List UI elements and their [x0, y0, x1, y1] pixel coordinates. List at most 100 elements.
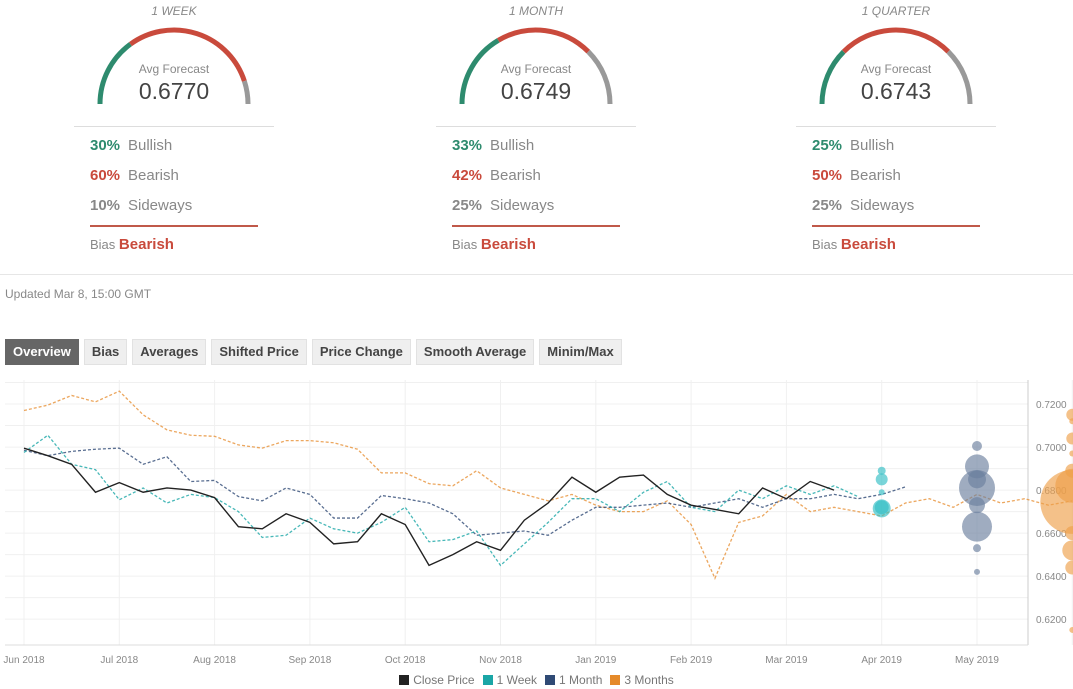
sideways-pct: 25%: [812, 197, 843, 214]
forecast-bubble-1-month: [962, 511, 992, 542]
tab-minim-max[interactable]: Minim/Max: [539, 339, 622, 365]
x-tick-label: Sep 2018: [288, 655, 331, 666]
bearish-stat: 42% Bearish: [452, 167, 541, 184]
x-tick-label: Feb 2019: [670, 655, 713, 666]
bullish-pct: 30%: [90, 137, 121, 154]
forecast-bubble-1-month: [969, 497, 985, 514]
tab-smooth-average[interactable]: Smooth Average: [415, 339, 535, 365]
bias-label: Bias: [452, 237, 478, 252]
y-tick-label: 0.7200: [1036, 400, 1067, 411]
bearish-stat: 50% Bearish: [812, 167, 901, 184]
legend-swatch: [545, 675, 556, 685]
bias-row: Bias Bearish: [812, 236, 896, 253]
legend-item[interactable]: 1 Month: [545, 673, 602, 687]
bullish-label: Bullish: [490, 137, 535, 154]
legend-item[interactable]: 1 Week: [482, 673, 537, 687]
x-tick-label: Oct 2018: [385, 655, 426, 666]
forecast-bubble-1-week: [875, 473, 888, 486]
bearish-label: Bearish: [128, 167, 179, 184]
y-tick-label: 0.6400: [1036, 572, 1067, 583]
bearish-stat: 60% Bearish: [90, 167, 179, 184]
bearish-pct: 60%: [90, 167, 121, 184]
sentiment-gauge: Avg Forecast 0.6770: [96, 22, 252, 110]
bias-label: Bias: [90, 237, 116, 252]
bearish-pct: 50%: [812, 167, 843, 184]
period-title: 1 QUARTER: [861, 4, 931, 18]
x-tick-label: Apr 2019: [861, 655, 902, 666]
bias-value: Bearish: [840, 236, 896, 253]
sideways-stat: 25% Sideways: [452, 197, 554, 214]
tab-shifted-price[interactable]: Shifted Price: [211, 339, 307, 365]
sentiment-gauge: Avg Forecast 0.6749: [458, 22, 614, 110]
avg-forecast-value: 0.6770: [138, 78, 210, 104]
avg-forecast-label: Avg Forecast: [138, 62, 210, 76]
panel-divider: [74, 126, 274, 127]
tab-price-change[interactable]: Price Change: [311, 339, 411, 365]
bearish-label: Bearish: [490, 167, 541, 184]
gauge-bearish-segment: [497, 27, 591, 54]
bias-row: Bias Bearish: [90, 236, 174, 253]
avg-forecast-value: 0.6749: [500, 78, 572, 104]
bullish-stat: 25% Bullish: [812, 137, 894, 154]
forecast-bubble-3-months: [1069, 450, 1073, 457]
x-tick-label: May 2019: [955, 655, 999, 666]
sideways-label: Sideways: [850, 197, 915, 214]
bullish-label: Bullish: [128, 137, 173, 154]
forecast-bubble-3-months: [1062, 540, 1073, 561]
chart-tabs: Overview Bias Averages Shifted Price Price C…: [5, 339, 622, 365]
legend-item[interactable]: 3 Months: [610, 673, 674, 687]
forecast-bubble-3-months: [1069, 626, 1073, 633]
x-tick-label: Mar 2019: [765, 655, 808, 666]
tab-averages[interactable]: Averages: [132, 339, 207, 365]
bullish-stat: 33% Bullish: [452, 137, 534, 154]
forecast-bubble-1-month: [973, 544, 981, 553]
bullish-pct: 33%: [452, 137, 483, 154]
legend-label: 1 Month: [559, 673, 603, 687]
y-tick-label: 0.7000: [1036, 443, 1067, 454]
panel-divider: [436, 126, 636, 127]
legend-item[interactable]: Close Price: [399, 673, 475, 687]
period-title: 1 MONTH: [509, 4, 563, 18]
legend-swatch: [482, 675, 493, 685]
panel-divider: [796, 126, 996, 127]
bearish-pct: 42%: [452, 167, 483, 184]
bias-underline: [90, 225, 258, 227]
bias-value: Bearish: [480, 236, 536, 253]
bias-underline: [812, 225, 980, 227]
series-line-1-month: [23, 447, 906, 536]
forecast-chart: 0.62000.64000.66000.68000.70000.7200Jun …: [3, 380, 1073, 666]
sideways-stat: 10% Sideways: [90, 197, 192, 214]
bullish-label: Bullish: [850, 137, 895, 154]
section-divider: [0, 274, 1073, 275]
bias-row: Bias Bearish: [452, 236, 536, 253]
sideways-pct: 10%: [90, 197, 121, 214]
tab-bias[interactable]: Bias: [83, 339, 128, 365]
tab-overview[interactable]: Overview: [5, 339, 79, 365]
x-tick-label: Nov 2018: [479, 655, 522, 666]
legend-swatch: [399, 675, 410, 685]
series-line-close-price: [23, 447, 835, 567]
forecast-bubble-1-month: [974, 568, 980, 575]
y-tick-label: 0.6200: [1036, 615, 1067, 626]
bias-underline: [452, 225, 620, 227]
bullish-pct: 25%: [812, 137, 843, 154]
sentiment-gauge: Avg Forecast 0.6743: [818, 22, 974, 110]
avg-forecast-label: Avg Forecast: [860, 62, 932, 76]
updated-timestamp: Updated Mar 8, 15:00 GMT: [5, 287, 152, 301]
series-line-3-months: [23, 390, 1073, 580]
bearish-label: Bearish: [850, 167, 901, 184]
legend-label: 3 Months: [624, 673, 674, 687]
forecast-bubble-1-week: [872, 499, 891, 518]
x-tick-label: Jan 2019: [575, 655, 617, 666]
x-tick-label: Aug 2018: [193, 655, 236, 666]
forecast-bubble-3-months: [1040, 469, 1073, 534]
bullish-stat: 30% Bullish: [90, 137, 172, 154]
bias-label: Bias: [812, 237, 838, 252]
period-title: 1 WEEK: [151, 4, 197, 18]
bias-value: Bearish: [118, 236, 174, 253]
x-tick-label: Jul 2018: [100, 655, 138, 666]
forecast-bubble-3-months: [1066, 432, 1073, 445]
sideways-label: Sideways: [128, 197, 193, 214]
gauge-bearish-segment: [841, 27, 951, 54]
chart-legend: Close Price 1 Week 1 Month 3 Months: [0, 673, 1073, 687]
